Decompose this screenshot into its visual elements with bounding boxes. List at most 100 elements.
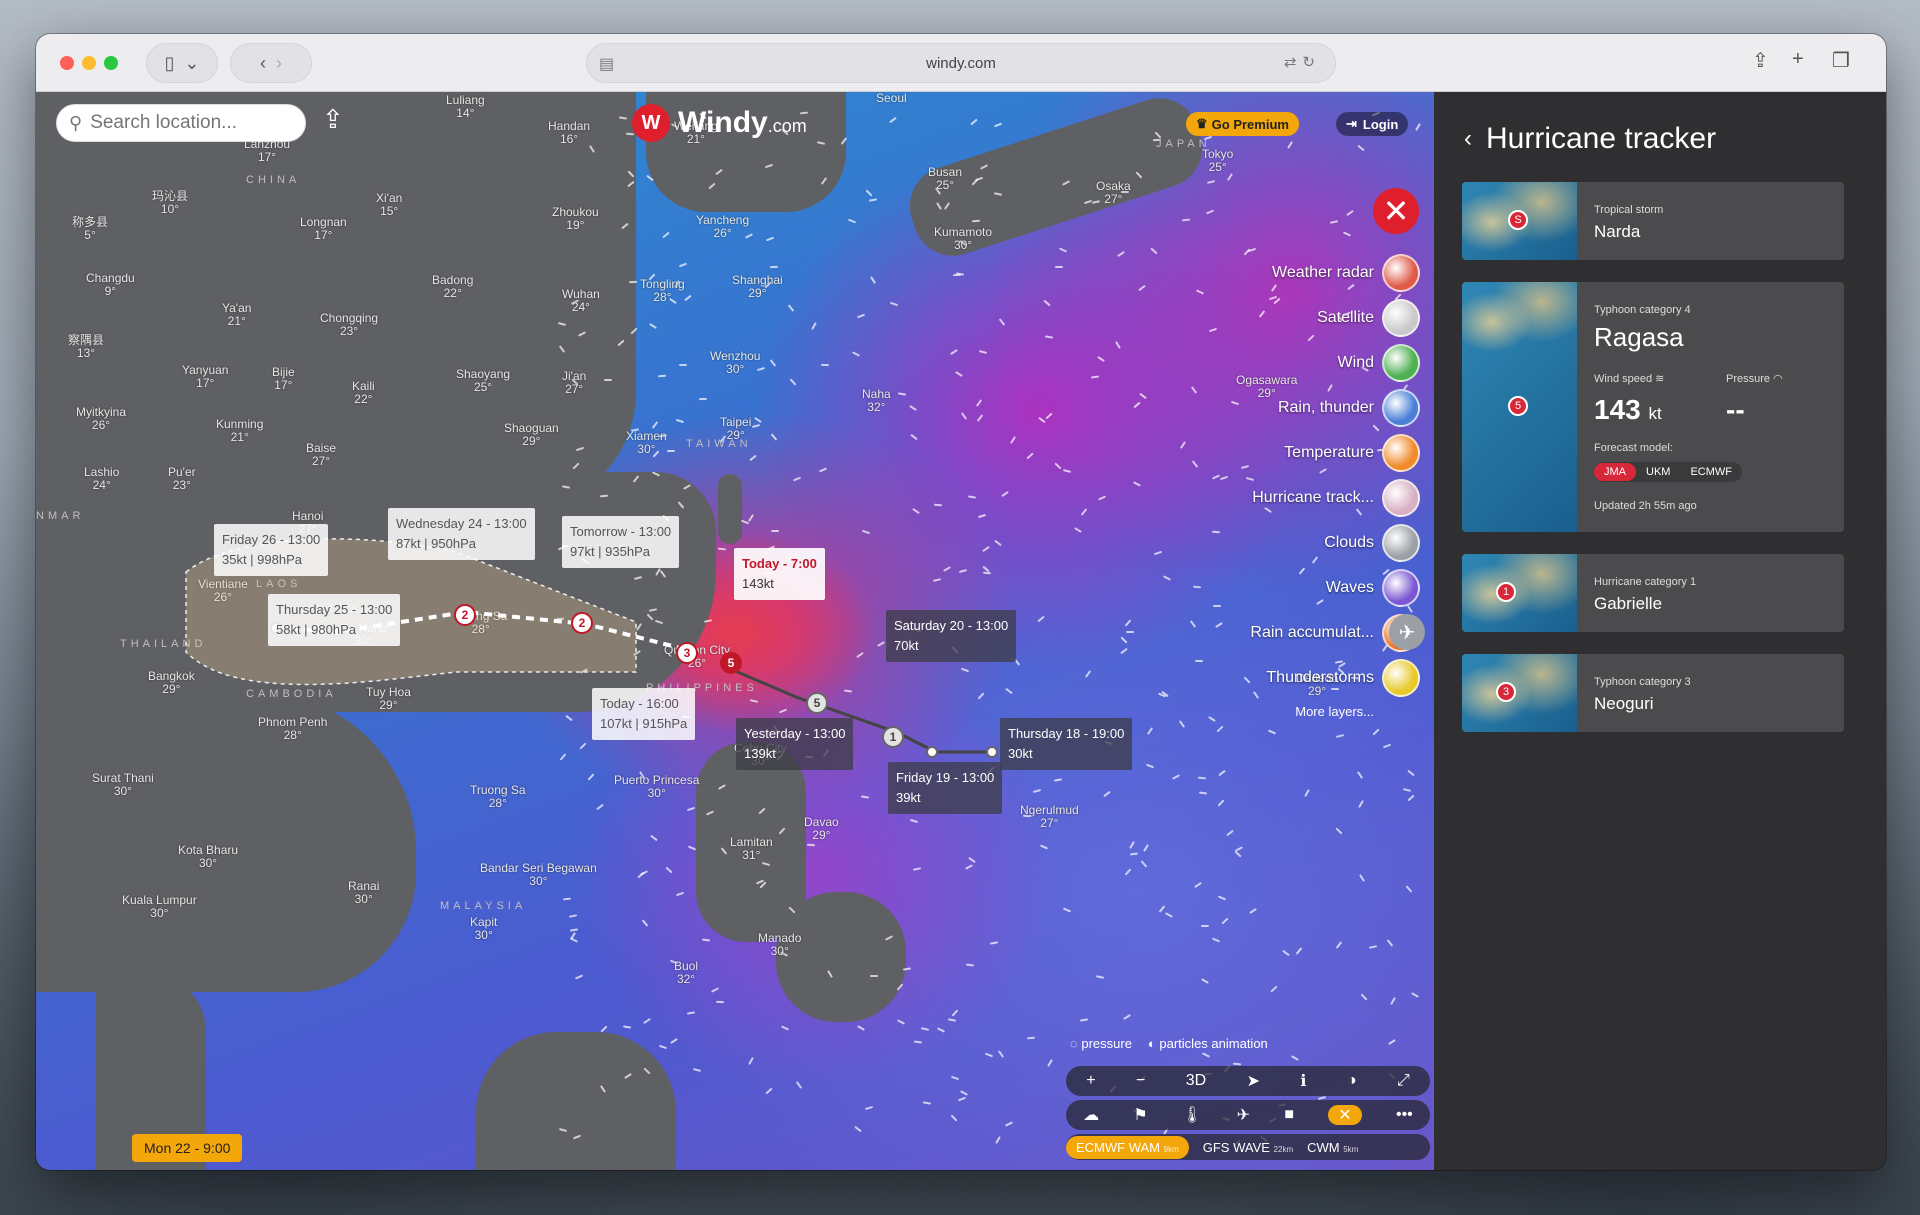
layer-item[interactable]: Satellite bbox=[1220, 295, 1420, 340]
back-chevron-icon[interactable]: ‹ bbox=[1464, 125, 1472, 153]
reload-icon[interactable]: ⇄↻ bbox=[1284, 53, 1321, 71]
storm-name: Gabrielle bbox=[1594, 594, 1663, 613]
more-layers-link[interactable]: More layers... bbox=[1220, 704, 1420, 719]
map-control-button[interactable]: − bbox=[1136, 1072, 1145, 1090]
tabs-overview-icon[interactable]: ❐ bbox=[1832, 48, 1850, 73]
model-ecmwf[interactable]: ECMWF bbox=[1680, 463, 1742, 481]
track-label[interactable]: Friday 26 - 13:00 35kt | 998hPa bbox=[214, 524, 329, 576]
layer-label: Clouds bbox=[1324, 533, 1374, 551]
map-control-button[interactable]: 🌡 bbox=[1182, 1105, 1202, 1125]
storm-card-neoguri[interactable]: 3 Typhoon category 3 Neoguri bbox=[1462, 654, 1844, 732]
layer-item[interactable]: Thunderstorms bbox=[1220, 655, 1420, 700]
map-control-button[interactable]: + bbox=[1086, 1072, 1095, 1090]
track-label[interactable]: Today - 7:00 143kt bbox=[734, 548, 825, 600]
share-map-icon[interactable]: ⇪ bbox=[322, 104, 344, 135]
layer-label: Rain, thunder bbox=[1277, 398, 1374, 416]
storm-name: Ragasa bbox=[1594, 322, 1684, 352]
go-premium-button[interactable]: ♛ Go Premium bbox=[1186, 112, 1299, 136]
track-marker[interactable]: 2 bbox=[571, 612, 593, 634]
map-control-button[interactable]: ••• bbox=[1396, 1106, 1413, 1124]
layer-icon bbox=[1382, 523, 1420, 562]
back-icon[interactable]: ‹ bbox=[260, 53, 266, 74]
track-label[interactable]: Saturday 20 - 13:00 70kt bbox=[886, 610, 1017, 662]
minimize-window-button[interactable] bbox=[82, 56, 96, 70]
map-control-button[interactable]: 3D bbox=[1186, 1072, 1206, 1090]
map-control-button[interactable]: ➤ bbox=[1247, 1071, 1260, 1091]
track-label[interactable]: Tomorrow - 13:00 97kt | 935hPa bbox=[562, 516, 680, 568]
layer-label: Weather radar bbox=[1272, 263, 1374, 281]
map-control-button[interactable]: ☁ bbox=[1083, 1105, 1099, 1125]
model-option[interactable]: CWM 5km bbox=[1307, 1140, 1358, 1155]
zoom-window-button[interactable] bbox=[104, 56, 118, 70]
track-marker[interactable]: 5 bbox=[806, 692, 828, 714]
layer-label: Rain accumulat... bbox=[1250, 623, 1374, 641]
track-marker[interactable]: 1 bbox=[882, 726, 904, 748]
layer-item[interactable]: Weather radar bbox=[1220, 250, 1420, 295]
storm-pin: S bbox=[1508, 210, 1528, 230]
new-tab-icon[interactable]: + bbox=[1792, 48, 1804, 71]
map-control-button[interactable]: ✕ bbox=[1328, 1105, 1362, 1125]
storm-card-narda[interactable]: S Tropical storm Narda bbox=[1462, 182, 1844, 260]
windy-logo[interactable]: W Windy.com bbox=[632, 104, 807, 142]
track-marker[interactable]: 2 bbox=[454, 604, 476, 626]
current-storm-marker[interactable]: 5 bbox=[720, 652, 742, 674]
track-label[interactable]: Today - 16:00 107kt | 915hPa bbox=[592, 688, 696, 740]
particles-toggle[interactable]: ◐ particles animation bbox=[1148, 1036, 1268, 1051]
track-label[interactable]: Friday 19 - 13:00 39kt bbox=[888, 762, 1003, 814]
storm-card-gabrielle[interactable]: 1 Hurricane category 1 Gabrielle bbox=[1462, 554, 1844, 632]
login-button[interactable]: ⇥ Login bbox=[1336, 112, 1409, 136]
logo-text: Windy.com bbox=[678, 106, 807, 139]
storm-card-ragasa[interactable]: 5 Typhoon category 4 Ragasa Wind speed ≋… bbox=[1462, 282, 1844, 532]
model-selector: ECMWF WAM 9km GFS WAVE 22km CWM 5km bbox=[1066, 1134, 1430, 1160]
address-bar[interactable]: ▤ windy.com ⇄↻ bbox=[586, 43, 1336, 83]
model-ukm[interactable]: UKM bbox=[1636, 463, 1680, 481]
track-point[interactable] bbox=[986, 746, 998, 758]
weather-map[interactable]: Luliang 14° Handan 16° Weifang 21° Seoul Tokyo 2… bbox=[36, 92, 1434, 1170]
layer-item[interactable]: Wind bbox=[1220, 340, 1420, 385]
forecast-model-switch: JMA UKM ECMWF bbox=[1594, 462, 1742, 482]
browser-toolbar: ▯ ⌄ ‹ › ▤ windy.com ⇄↻ ⇪ + ❐ bbox=[36, 34, 1886, 92]
close-layer-button[interactable]: ✕ bbox=[1373, 188, 1419, 234]
storm-category: Typhoon category 3 bbox=[1594, 676, 1691, 688]
layer-item[interactable]: Clouds bbox=[1220, 520, 1420, 565]
track-label[interactable]: Wednesday 24 - 13:00 87kt | 950hPa bbox=[388, 508, 535, 560]
map-control-button[interactable]: ◑ bbox=[1347, 1072, 1357, 1090]
hurricane-tracker-panel: ‹ Hurricane tracker S Tropical storm Nar… bbox=[1434, 92, 1886, 1170]
track-marker[interactable]: 3 bbox=[676, 642, 698, 664]
gauge-icon: ◠ bbox=[1773, 373, 1783, 385]
search-bar[interactable]: ⚲ bbox=[56, 104, 306, 142]
layer-label: Hurricane track... bbox=[1252, 488, 1374, 506]
layer-label: Waves bbox=[1325, 578, 1374, 596]
map-control-button[interactable]: ℹ bbox=[1300, 1071, 1306, 1091]
model-option[interactable]: GFS WAVE 22km bbox=[1203, 1140, 1293, 1155]
page-settings-icon[interactable]: ▤ bbox=[599, 54, 614, 74]
model-jma[interactable]: JMA bbox=[1594, 463, 1636, 481]
track-label[interactable]: Yesterday - 13:00 139kt bbox=[736, 718, 854, 770]
layer-icon bbox=[1382, 568, 1420, 607]
layer-item[interactable]: Temperature bbox=[1220, 430, 1420, 475]
search-input[interactable] bbox=[90, 112, 281, 134]
layer-item[interactable]: Waves bbox=[1220, 565, 1420, 610]
windy-logo-icon: W bbox=[632, 104, 670, 142]
airplane-icon[interactable]: ✈ bbox=[1389, 614, 1425, 650]
share-icon[interactable]: ⇪ bbox=[1752, 48, 1769, 73]
map-controls-row: + − 3D ➤ ℹ ◑ ⤢ bbox=[1066, 1066, 1430, 1096]
map-control-button[interactable]: ✈ bbox=[1237, 1105, 1250, 1125]
pressure-toggle[interactable]: ◌ pressure bbox=[1070, 1036, 1132, 1051]
close-window-button[interactable] bbox=[60, 56, 74, 70]
storm-pin: 5 bbox=[1508, 396, 1528, 416]
map-control-button[interactable]: ⚑ bbox=[1133, 1105, 1147, 1125]
model-option[interactable]: ECMWF WAM 9km bbox=[1066, 1135, 1189, 1159]
layer-item[interactable]: Hurricane track... bbox=[1220, 475, 1420, 520]
storm-pin: 3 bbox=[1496, 682, 1516, 702]
map-control-button[interactable]: ⤢ bbox=[1397, 1072, 1410, 1090]
track-label[interactable]: Thursday 18 - 19:00 30kt bbox=[1000, 718, 1133, 770]
map-control-button[interactable]: ■ bbox=[1284, 1106, 1294, 1124]
current-time-badge[interactable]: Mon 22 - 9:00 bbox=[132, 1134, 243, 1162]
sidebar-icon: ▯ bbox=[164, 52, 175, 73]
sidebar-toggle-button[interactable]: ▯ ⌄ bbox=[146, 43, 218, 83]
forward-icon[interactable]: › bbox=[276, 53, 282, 74]
track-point[interactable] bbox=[926, 746, 938, 758]
layer-item[interactable]: Rain, thunder bbox=[1220, 385, 1420, 430]
track-label[interactable]: Thursday 25 - 13:00 58kt | 980hPa bbox=[268, 594, 401, 646]
